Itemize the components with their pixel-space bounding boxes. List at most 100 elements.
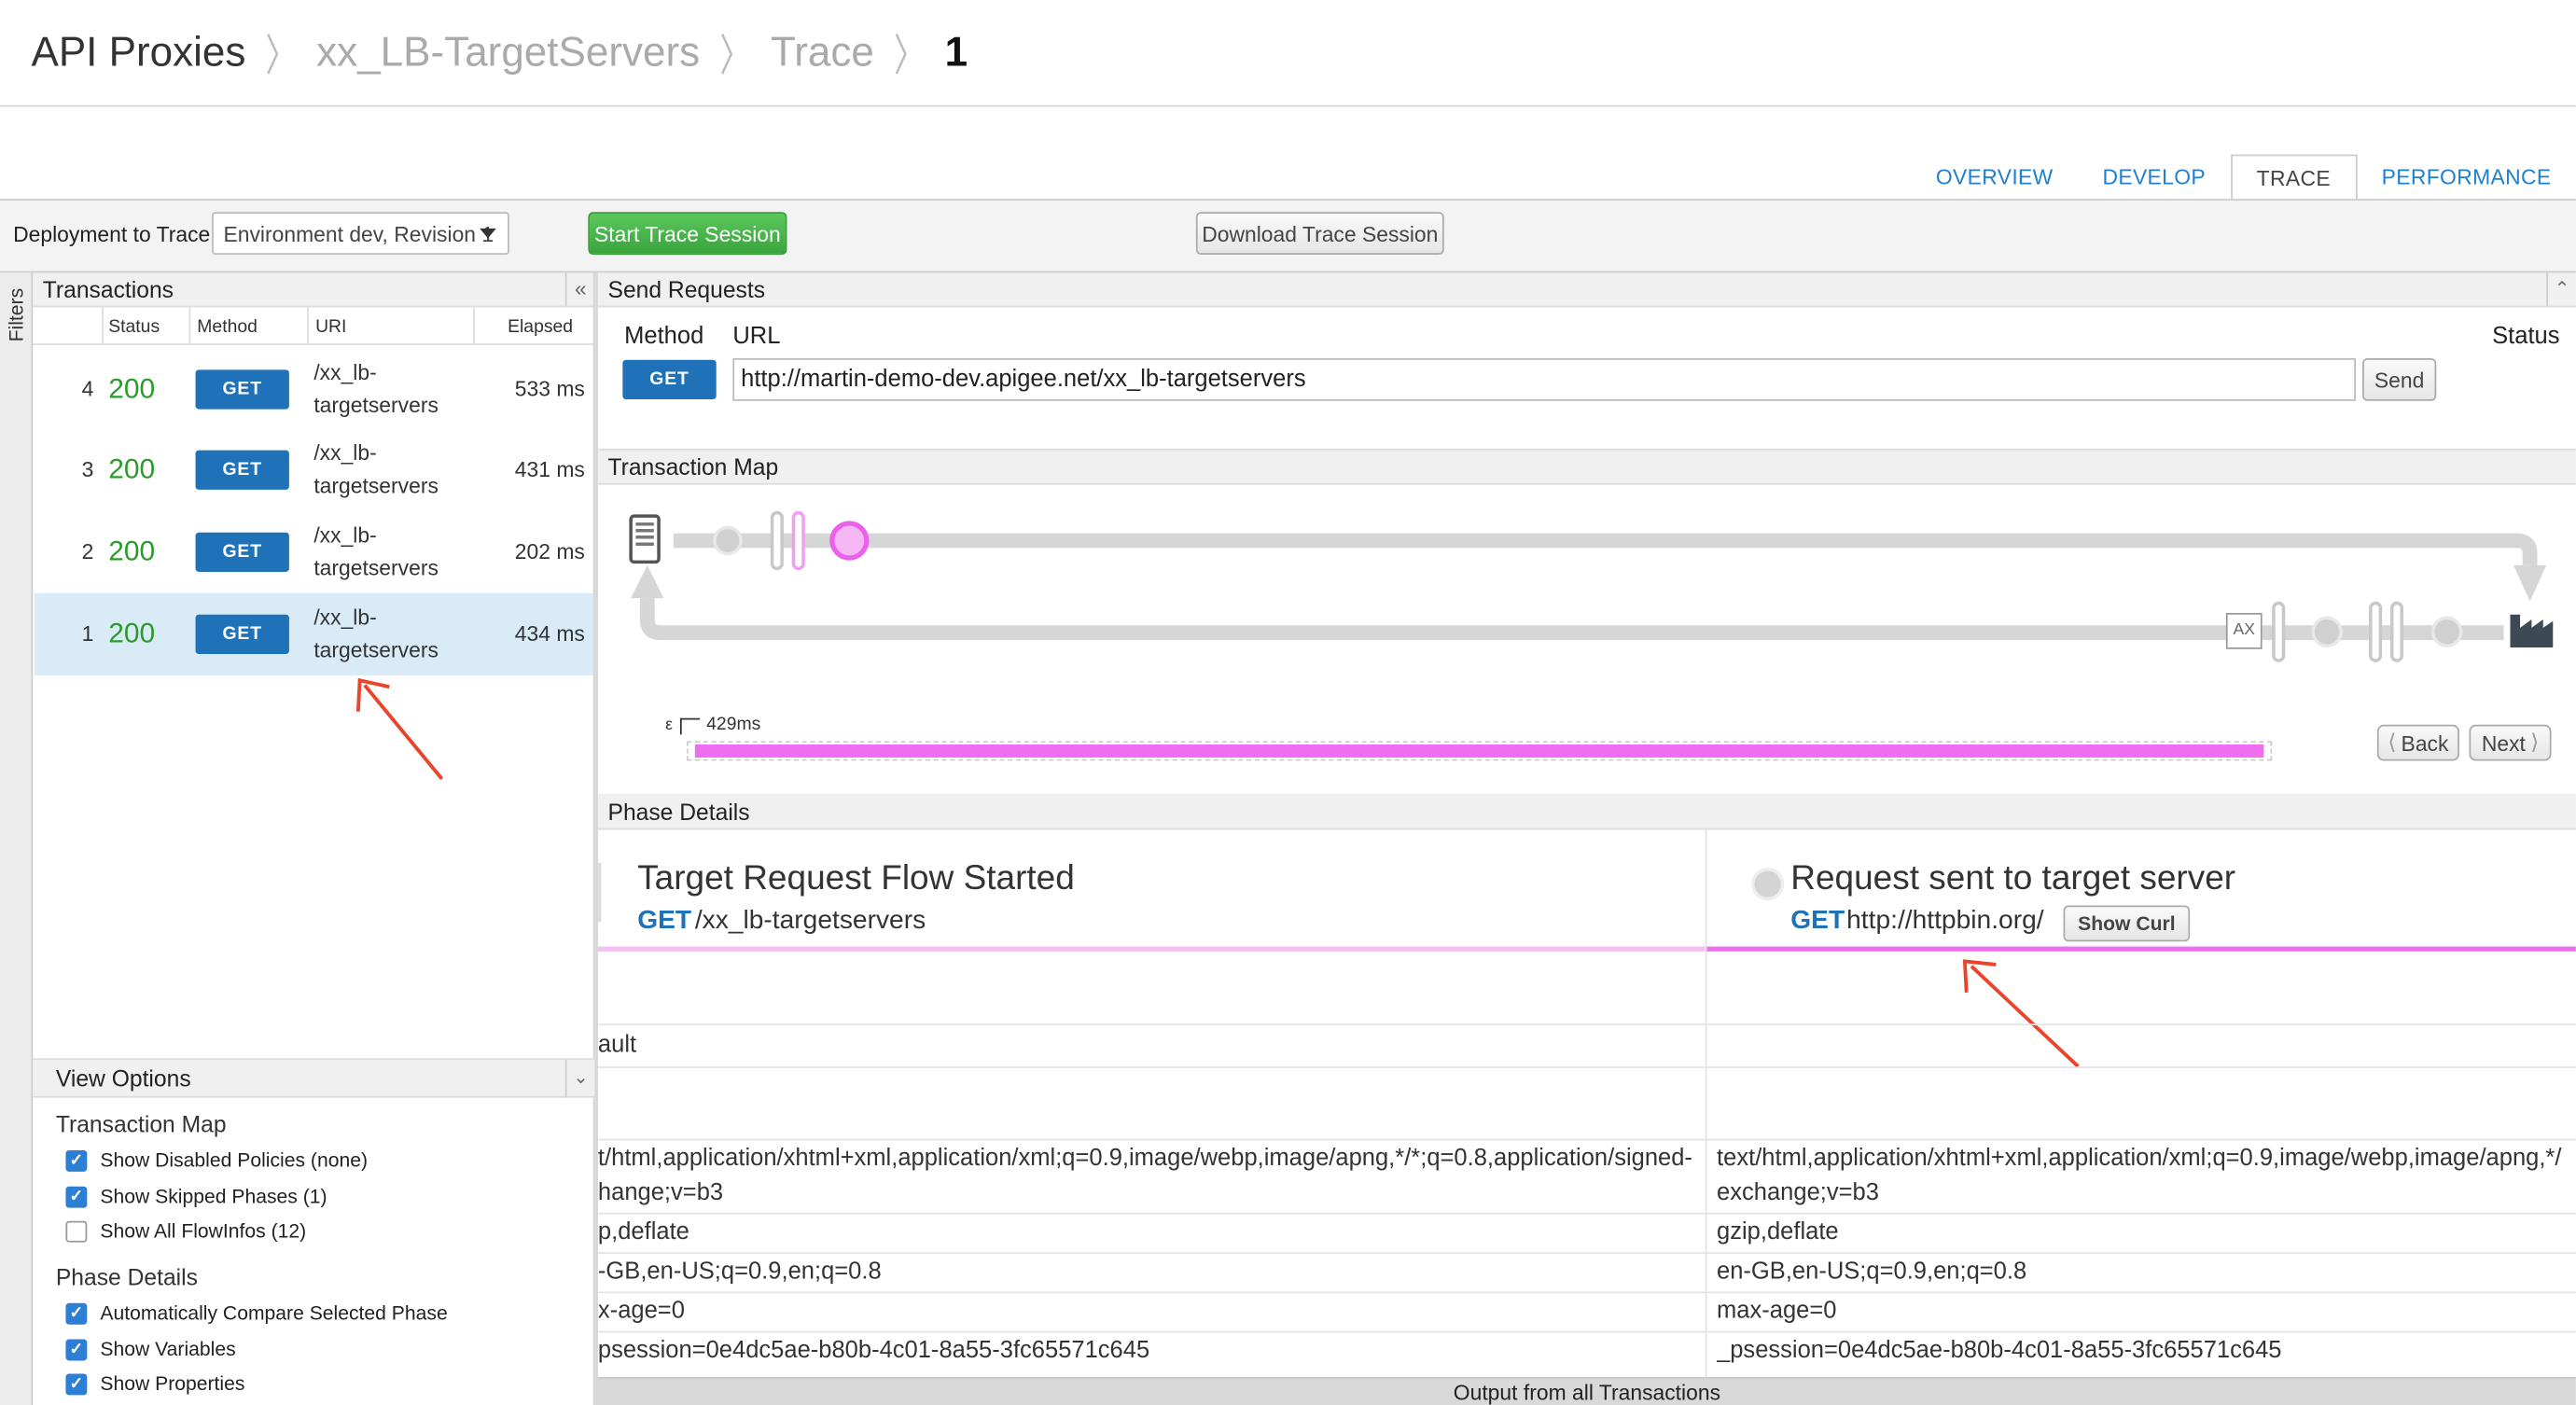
- chevron-down-icon: [480, 228, 496, 239]
- transaction-map-header: Transaction Map: [597, 448, 2576, 485]
- transactions-column-header: Status Method URI Elapsed: [33, 307, 595, 345]
- policy-step-node[interactable]: [770, 510, 784, 571]
- column-elapsed[interactable]: Elapsed: [508, 317, 573, 337]
- back-button-label: Back: [2401, 730, 2449, 756]
- flow-node[interactable]: [2430, 616, 2463, 647]
- method-badge: GET: [195, 369, 289, 410]
- phase-left-method: GET: [637, 907, 692, 936]
- phase-right-title: Request sent to target server: [1790, 859, 2236, 897]
- next-button[interactable]: Next ⟩: [2469, 724, 2552, 761]
- uri-line-1: /xx_lb-: [313, 440, 377, 466]
- target-server-factory-icon[interactable]: [2509, 609, 2555, 648]
- tab-trace[interactable]: TRACE: [2230, 154, 2358, 201]
- flow-node[interactable]: [713, 525, 743, 556]
- policy-step-node[interactable]: [2272, 601, 2286, 662]
- chevron-right-icon: ⟩: [2530, 730, 2540, 755]
- phase-left-value: hange;v=b3: [597, 1179, 724, 1206]
- tab-performance[interactable]: PERFORMANCE: [2357, 155, 2576, 200]
- checkbox-checked-icon[interactable]: ✓: [65, 1372, 88, 1395]
- uri-line-2: targetservers: [313, 555, 439, 580]
- option-show-skipped-phases[interactable]: ✓ Show Skipped Phases (1): [65, 1185, 327, 1208]
- collapse-panel-icon[interactable]: «: [564, 272, 595, 306]
- phase-left-value: t/html,application/xhtml+xml,application…: [597, 1145, 1692, 1172]
- column-divider: [473, 307, 475, 345]
- transaction-row[interactable]: 4 200 GET /xx_lb-targetservers 533 ms: [35, 348, 593, 430]
- column-uri[interactable]: URI: [315, 317, 346, 337]
- checkbox-checked-icon[interactable]: ✓: [65, 1338, 88, 1360]
- transaction-elapsed: 533 ms: [514, 376, 585, 401]
- transaction-row[interactable]: 2 200 GET /xx_lb-targetservers 202 ms: [35, 511, 593, 593]
- view-options-header: View Options ⌄: [33, 1058, 595, 1098]
- deployment-label: Deployment to Trace: [13, 221, 211, 247]
- tab-develop[interactable]: DEVELOP: [2078, 155, 2230, 200]
- selected-flow-node[interactable]: [829, 521, 870, 561]
- breadcrumb-revision: 1: [944, 28, 968, 76]
- phase-right-path: http://httpbin.org/: [1846, 907, 2044, 936]
- option-auto-compare[interactable]: ✓ Automatically Compare Selected Phase: [65, 1301, 448, 1325]
- download-trace-session-button[interactable]: Download Trace Session: [1195, 212, 1444, 256]
- phase-right-value: en-GB,en-US;q=0.9,en;q=0.8: [1717, 1259, 2027, 1286]
- filters-sidebar[interactable]: [0, 272, 34, 1405]
- expand-down-icon[interactable]: ⌄: [564, 1060, 595, 1098]
- start-trace-session-button[interactable]: Start Trace Session: [588, 212, 787, 256]
- checkbox-checked-icon[interactable]: ✓: [65, 1185, 88, 1207]
- uri-line-2: targetservers: [313, 637, 439, 662]
- column-status[interactable]: Status: [108, 317, 160, 337]
- url-input[interactable]: http://martin-demo-dev.apigee.net/xx_lb-…: [732, 357, 2356, 401]
- flow-node[interactable]: [2311, 616, 2343, 647]
- annotation-arrow-icon: [1962, 959, 2080, 1068]
- phase-details-header: Phase Details: [597, 793, 2576, 830]
- option-label: Automatically Compare Selected Phase: [100, 1301, 448, 1325]
- breadcrumb-api-proxies[interactable]: API Proxies: [31, 29, 245, 77]
- checkbox-checked-icon[interactable]: ✓: [65, 1149, 88, 1171]
- chevron-right-icon: 〉: [265, 33, 298, 82]
- header-divider: [0, 104, 2576, 107]
- trace-toolbar: Deployment to Trace Environment dev, Rev…: [0, 199, 2576, 273]
- back-button[interactable]: ⟨ Back: [2376, 724, 2459, 761]
- transaction-row-selected[interactable]: 1 200 GET /xx_lb-targetservers 434 ms: [34, 592, 593, 675]
- transaction-row[interactable]: 3 200 GET /xx_lb-targetservers 431 ms: [35, 429, 593, 511]
- option-show-all-flowinfos[interactable]: Show All FlowInfos (12): [65, 1219, 306, 1243]
- phase-details-title: Phase Details: [607, 798, 750, 825]
- filters-label[interactable]: Filters: [5, 288, 28, 342]
- send-button[interactable]: Send: [2362, 357, 2437, 401]
- checkbox-checked-icon[interactable]: ✓: [65, 1301, 88, 1324]
- column-method[interactable]: Method: [197, 317, 258, 337]
- phase-right-card[interactable]: Request sent to target server GET http:/…: [1706, 830, 2576, 952]
- phase-right-value: _psession=0e4dc5ae-b80b-4c01-8a55-3fc655…: [1717, 1337, 2282, 1364]
- status-label: Status: [2492, 323, 2560, 351]
- option-show-variables[interactable]: ✓ Show Variables: [65, 1338, 236, 1360]
- phase-left-value: x-age=0: [597, 1298, 685, 1325]
- client-device-icon[interactable]: [629, 514, 661, 564]
- annotation-arrow-icon: [355, 677, 444, 781]
- breadcrumb-proxy-name[interactable]: xx_LB-TargetServers: [316, 29, 700, 77]
- output-footer[interactable]: Output from all Transactions: [597, 1377, 2576, 1405]
- ax-analytics-node[interactable]: AX: [2225, 613, 2263, 649]
- deployment-select[interactable]: Environment dev, Revision 1: [212, 212, 509, 256]
- uri-line-2: targetservers: [313, 473, 439, 498]
- transaction-uri: /xx_lb-targetservers: [313, 438, 439, 503]
- checkbox-unchecked-icon[interactable]: [65, 1219, 88, 1242]
- policy-step-node[interactable]: [2369, 601, 2383, 662]
- uri-line-1: /xx_lb-: [313, 605, 377, 630]
- phase-right-value: gzip,deflate: [1717, 1218, 1839, 1246]
- transaction-uri: /xx_lb-targetservers: [313, 356, 439, 422]
- phase-left-card[interactable]: Target Request Flow Started GET /xx_lb-t…: [597, 830, 1706, 952]
- phase-left-value: ault: [597, 1032, 637, 1059]
- timeline-bar[interactable]: [694, 744, 2264, 758]
- show-curl-button[interactable]: Show Curl: [2063, 905, 2191, 942]
- phase-right-value: max-age=0: [1717, 1298, 1837, 1325]
- option-label: Show Disabled Policies (none): [100, 1148, 368, 1172]
- policy-step-node[interactable]: [2389, 601, 2404, 662]
- phase-right-values: text/html,application/xhtml+xml,applicat…: [1717, 1134, 2576, 1380]
- request-method-button[interactable]: GET: [622, 359, 717, 400]
- option-show-disabled-policies[interactable]: ✓ Show Disabled Policies (none): [65, 1148, 368, 1172]
- card-edge: [597, 862, 602, 923]
- timeline-duration: 429ms: [706, 715, 761, 735]
- tab-overview[interactable]: OVERVIEW: [1911, 155, 2078, 200]
- collapse-up-icon[interactable]: ⌃: [2546, 272, 2576, 306]
- url-label: URL: [732, 323, 781, 351]
- option-show-properties[interactable]: ✓ Show Properties: [65, 1372, 244, 1395]
- policy-step-node[interactable]: [791, 510, 805, 571]
- breadcrumb-trace[interactable]: Trace: [771, 29, 874, 77]
